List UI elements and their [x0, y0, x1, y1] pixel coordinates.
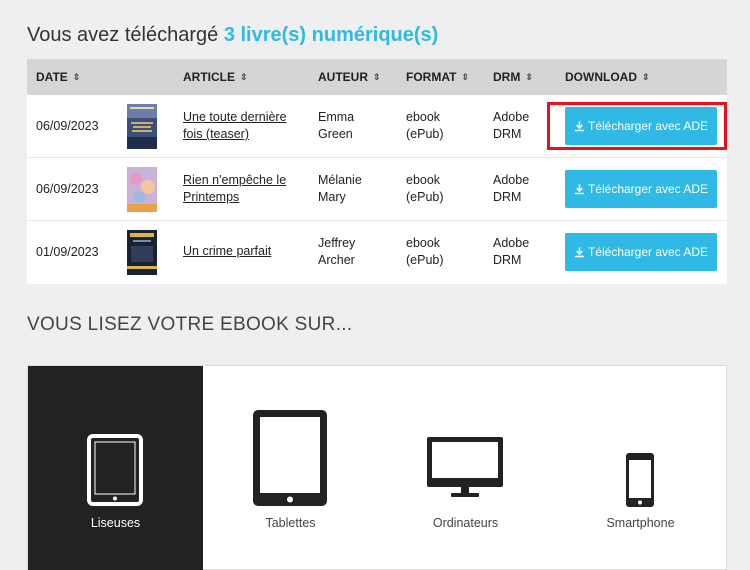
- book-cover[interactable]: [127, 230, 157, 275]
- row-format: ebook (ePub): [406, 110, 444, 141]
- column-article[interactable]: ARTICLE ⇕: [183, 59, 248, 95]
- column-date[interactable]: DATE ⇕: [36, 59, 80, 95]
- row-drm: Adobe DRM: [493, 110, 530, 141]
- device-label: Liseuses: [90, 516, 141, 530]
- ereader-icon: [87, 434, 143, 506]
- download-icon: [574, 184, 584, 195]
- device-label: Ordinateurs: [432, 516, 499, 530]
- sort-icon: ⇕: [373, 72, 381, 82]
- book-cover[interactable]: [127, 167, 157, 212]
- row-author: Jeffrey Archer: [318, 236, 356, 267]
- device-tab-smartphone[interactable]: Smartphone: [553, 366, 728, 570]
- row-date: 06/09/2023: [36, 119, 99, 133]
- section-title: VOUS LISEZ VOTRE EBOOK SUR...: [27, 314, 353, 335]
- article-link[interactable]: Rien n'empêche le Printemps: [183, 172, 303, 206]
- download-icon: [574, 247, 584, 258]
- download-ade-button[interactable]: Télécharger avec ADE: [565, 170, 717, 208]
- article-link[interactable]: Un crime parfait: [183, 243, 303, 260]
- row-date: 06/09/2023: [36, 182, 99, 196]
- summary-prefix: Vous avez téléchargé: [27, 24, 219, 46]
- device-label: Smartphone: [606, 516, 675, 530]
- sort-icon: ⇕: [642, 72, 650, 82]
- column-format[interactable]: FORMAT ⇕: [406, 59, 469, 95]
- monitor-icon: [427, 437, 503, 497]
- device-selector: Liseuses Tablettes Ordinateurs Smartphon…: [27, 365, 727, 570]
- book-cover[interactable]: [127, 104, 157, 149]
- highlight-box: [547, 102, 727, 150]
- book-count: 3 livre(s) numérique(s): [223, 24, 439, 46]
- article-link[interactable]: Une toute dernière fois (teaser): [183, 109, 303, 143]
- device-tab-liseuses[interactable]: Liseuses: [28, 366, 203, 570]
- sort-icon: ⇕: [240, 72, 248, 82]
- row-format: ebook (ePub): [406, 173, 444, 204]
- sort-icon: ⇕: [525, 72, 533, 82]
- row-drm: Adobe DRM: [493, 173, 530, 204]
- row-date: 01/09/2023: [36, 245, 99, 259]
- table-row: 06/09/2023 Une toute dernière fois (teas…: [27, 95, 727, 158]
- device-tab-ordinateurs[interactable]: Ordinateurs: [378, 366, 553, 570]
- column-drm[interactable]: DRM ⇕: [493, 59, 533, 95]
- row-author: Emma Green: [318, 110, 355, 141]
- column-download[interactable]: DOWNLOAD ⇕: [565, 59, 650, 95]
- download-summary: Vous avez téléchargé 3 livre(s) numériqu…: [27, 24, 438, 47]
- device-tab-tablettes[interactable]: Tablettes: [203, 366, 378, 570]
- downloads-table: DATE ⇕ ARTICLE ⇕ AUTEUR ⇕ FORMAT ⇕ DRM ⇕ DOWN…: [27, 59, 727, 284]
- smartphone-icon: [626, 453, 654, 507]
- tablet-icon: [253, 410, 327, 506]
- row-format: ebook (ePub): [406, 236, 444, 267]
- download-ade-button[interactable]: Télécharger avec ADE: [565, 233, 717, 271]
- row-drm: Adobe DRM: [493, 236, 530, 267]
- table-row: 06/09/2023 Rien n'empêche le Printemps M…: [27, 158, 727, 221]
- row-author: Mélanie Mary: [318, 173, 362, 204]
- column-author[interactable]: AUTEUR ⇕: [318, 59, 381, 95]
- sort-icon: ⇕: [72, 72, 81, 82]
- table-header: DATE ⇕ ARTICLE ⇕ AUTEUR ⇕ FORMAT ⇕ DRM ⇕ DOWN…: [27, 59, 727, 95]
- table-row: 01/09/2023 Un crime parfait Jeffrey Arch…: [27, 221, 727, 284]
- sort-icon: ⇕: [461, 72, 469, 82]
- device-label: Tablettes: [265, 516, 316, 530]
